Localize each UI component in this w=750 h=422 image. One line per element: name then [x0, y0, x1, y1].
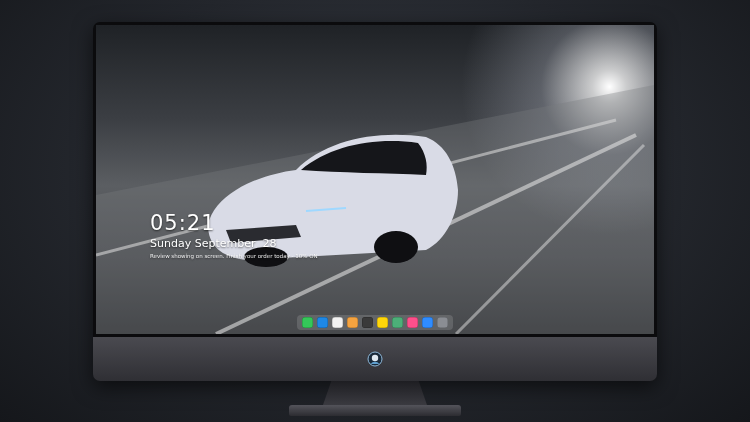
dock-app-icon[interactable] — [437, 317, 448, 328]
dock-app-icon[interactable] — [332, 317, 343, 328]
page: 05:21 Sunday September 28 Review showing o… — [0, 0, 750, 422]
monitor-stand-neck — [323, 381, 427, 405]
monitor-stand-base — [289, 405, 461, 416]
brand-logo-icon — [367, 351, 383, 367]
monitor-bezel: 05:21 Sunday September 28 Review showing o… — [93, 22, 657, 337]
lock-screen-info: 05:21 Sunday September 28 Review showing o… — [150, 211, 318, 261]
dock-app-icon[interactable] — [377, 317, 388, 328]
dock-app-icon[interactable] — [302, 317, 313, 328]
dock — [297, 315, 453, 330]
notice-text: Review showing on screen. Finish your or… — [150, 253, 318, 260]
clock-time: 05:21 — [150, 211, 318, 235]
dock-app-icon[interactable] — [317, 317, 328, 328]
monitor-chin — [93, 337, 657, 381]
dock-app-icon[interactable] — [362, 317, 373, 328]
dock-app-icon[interactable] — [392, 317, 403, 328]
dock-app-icon[interactable] — [347, 317, 358, 328]
car-wallpaper-icon — [96, 25, 654, 334]
desktop-screen: 05:21 Sunday September 28 Review showing o… — [96, 25, 654, 334]
monitor: 05:21 Sunday September 28 Review showing o… — [93, 22, 657, 381]
dock-app-icon[interactable] — [407, 317, 418, 328]
dock-app-icon[interactable] — [422, 317, 433, 328]
clock-date: Sunday September 28 — [150, 237, 318, 251]
